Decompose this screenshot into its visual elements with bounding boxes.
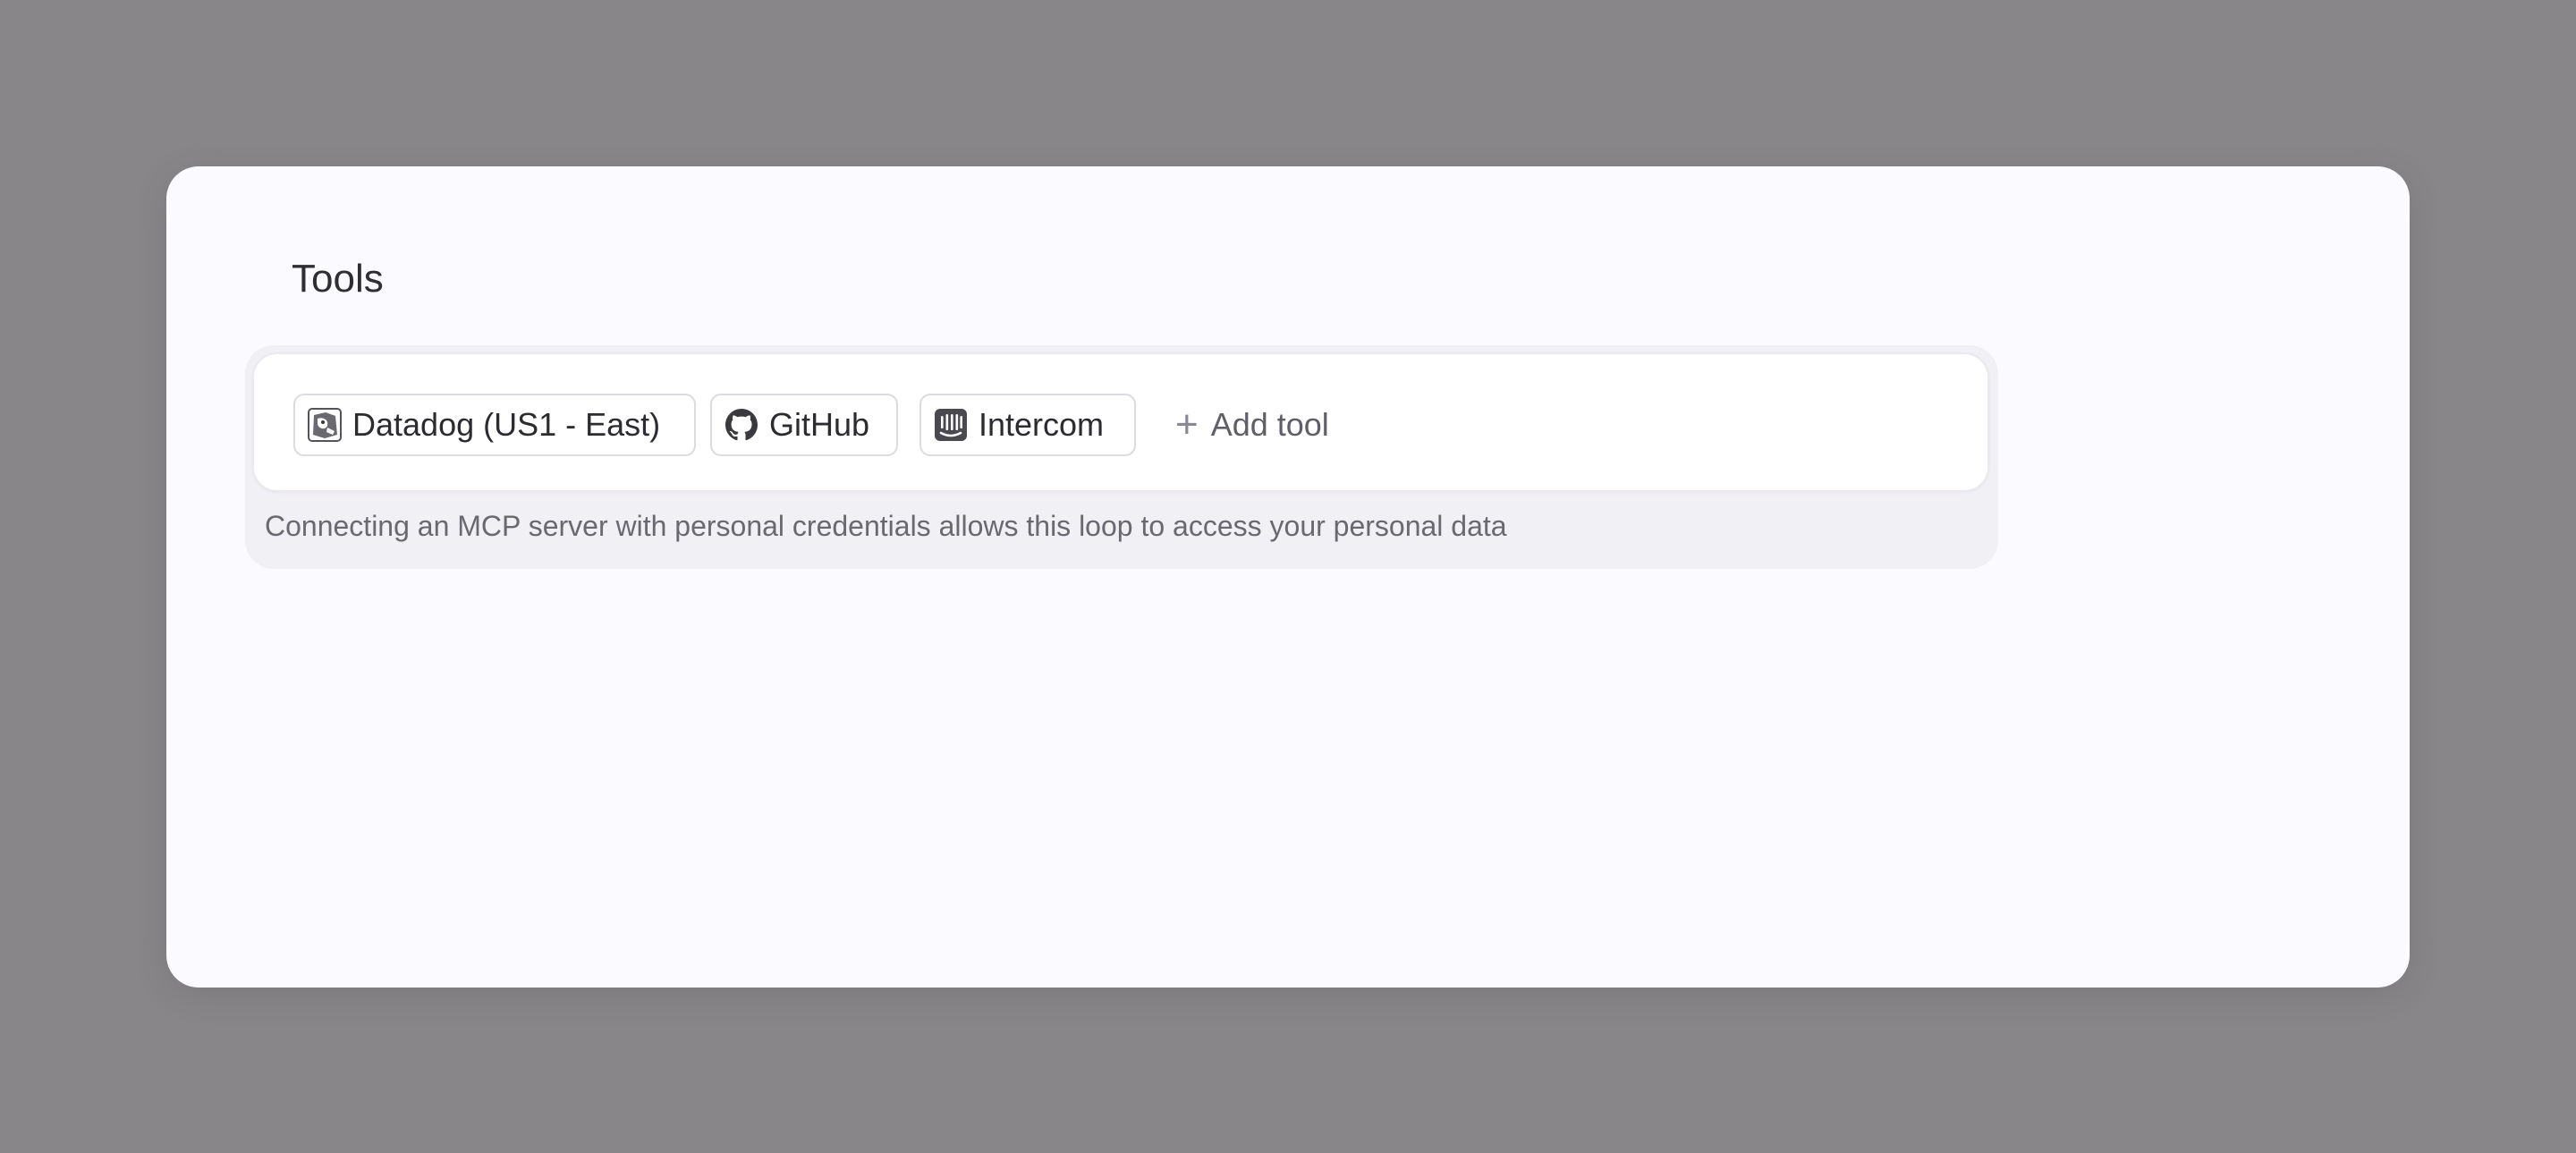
add-tool-button[interactable]: + Add tool: [1175, 394, 1329, 456]
github-icon: [724, 408, 758, 442]
tool-chip-intercom[interactable]: Intercom: [919, 394, 1136, 456]
tool-label-intercom: Intercom: [979, 406, 1105, 443]
tools-list: Datadog (US1 - East) GitHub Intercom + A…: [252, 352, 1989, 492]
tools-section-title: Tools: [292, 257, 384, 301]
personal-credentials-notice: Connecting an MCP server with personal c…: [265, 510, 1507, 542]
tool-chip-github[interactable]: GitHub: [710, 394, 898, 456]
plus-icon: +: [1175, 403, 1199, 446]
intercom-icon: [934, 408, 968, 442]
tools-settings-card: [166, 166, 2410, 988]
tools-panel: Datadog (US1 - East) GitHub Intercom + A…: [245, 345, 1998, 569]
add-tool-label: Add tool: [1210, 406, 1329, 443]
tool-label-datadog: Datadog (US1 - East): [352, 406, 661, 443]
tool-label-github: GitHub: [769, 406, 870, 443]
datadog-icon: [308, 408, 342, 442]
tool-chip-datadog[interactable]: Datadog (US1 - East): [293, 394, 696, 456]
